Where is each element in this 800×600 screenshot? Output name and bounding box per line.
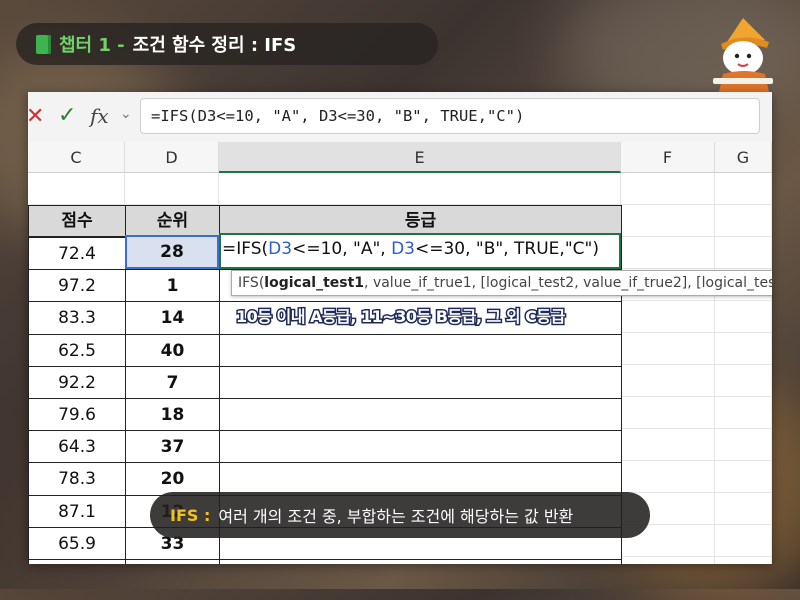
cell-reference: D3 (268, 239, 293, 259)
grid-cell[interactable] (715, 461, 772, 493)
mascot-icon (713, 18, 773, 92)
grid-cell[interactable] (715, 429, 772, 461)
formula-text: <=10, "A", (292, 239, 392, 259)
score-cell[interactable]: 87.1 (28, 494, 126, 528)
column-header-e[interactable]: E (219, 142, 621, 173)
grid-cell[interactable] (715, 205, 772, 237)
table-header-rank[interactable]: 순위 (125, 205, 220, 237)
check-icon[interactable]: ✓ (58, 103, 76, 128)
column-header-g[interactable]: G (715, 142, 772, 173)
grid-cell[interactable] (715, 237, 772, 269)
column-header-c[interactable]: C (28, 142, 125, 173)
score-cell[interactable]: 65.8 (28, 559, 126, 564)
rank-cell[interactable]: 18 (125, 398, 220, 432)
grade-cell[interactable] (219, 398, 622, 432)
formula-text: <=30, "B", TRUE,"C") (415, 239, 599, 259)
subtitle-pill: IFS : 여러 개의 조건 중, 부합하는 조건에 해당하는 값 반환 (150, 492, 650, 538)
grade-cell[interactable] (219, 333, 622, 367)
subtitle-keyword: IFS : (170, 505, 211, 525)
table-header-score[interactable]: 점수 (28, 205, 126, 237)
book-icon (36, 34, 51, 54)
grid-cell[interactable] (621, 173, 715, 205)
score-cell[interactable]: 83.3 (28, 301, 126, 335)
rank-cell[interactable]: 24 (125, 559, 220, 564)
grid-cell[interactable] (715, 493, 772, 525)
rank-cell[interactable]: 40 (125, 333, 220, 367)
grid-cell[interactable] (621, 557, 715, 564)
grid-cell[interactable] (621, 397, 715, 429)
chapter-title-pill: 챕터 1 - 조건 함수 정리 : IFS (16, 23, 438, 65)
grid-cell[interactable] (125, 173, 219, 205)
grid-cell[interactable] (621, 301, 715, 333)
chapter-title: 조건 함수 정리 : IFS (132, 35, 297, 56)
grid-cell[interactable] (621, 333, 715, 365)
grade-cell[interactable] (219, 462, 622, 496)
score-cell[interactable]: 92.2 (28, 365, 126, 399)
grid-cell[interactable] (715, 557, 772, 564)
insert-function-button[interactable]: fx (90, 104, 109, 128)
close-icon[interactable]: ✕ (28, 104, 44, 129)
score-cell[interactable]: 64.3 (28, 430, 126, 464)
selected-cell-d3[interactable]: 28 (125, 235, 219, 269)
tooltip-active-arg[interactable]: logical_test1 (264, 275, 364, 291)
cell-reference: D3 (391, 239, 415, 259)
grid-cell[interactable] (715, 333, 772, 365)
rank-cell[interactable]: 14 (125, 301, 220, 335)
score-cell[interactable]: 97.2 (28, 269, 126, 303)
formula-bar: ✕ ✓ fx ⌄ =IFS(D3<=10, "A", D3<=30, "B", … (28, 92, 772, 143)
grid-cell[interactable] (715, 173, 772, 205)
annotation-caption: 10등 이내 A등급, 11~30등 B등급, 그 외 C등급 (235, 306, 567, 328)
rank-cell[interactable]: 20 (125, 462, 220, 496)
grid-cell[interactable] (621, 205, 715, 237)
editing-cell-e3[interactable]: =IFS(D3<=10, "A", D3<=30, "B", TRUE,"C") (219, 233, 621, 269)
grade-cell[interactable] (219, 430, 622, 464)
grid-cell[interactable] (621, 237, 715, 269)
function-tooltip: IFS(logical_test1, value_if_true1, [logi… (231, 270, 772, 296)
score-cell[interactable]: 78.3 (28, 462, 126, 496)
chapter-number: 챕터 1 - (59, 35, 125, 56)
score-cell[interactable]: 79.6 (28, 398, 126, 432)
subtitle-text: 여러 개의 조건 중, 부합하는 조건에 해당하는 값 반환 (218, 507, 574, 526)
grid-cell[interactable] (621, 429, 715, 461)
formula-text: =IFS( (222, 239, 269, 259)
rank-cell[interactable]: 37 (125, 430, 220, 464)
grid-cell[interactable] (715, 397, 772, 429)
score-cell[interactable]: 62.5 (28, 333, 126, 367)
score-cell[interactable]: 72.4 (28, 237, 126, 271)
score-cell[interactable]: 65.9 (28, 526, 126, 560)
tooltip-args: , value_if_true1, [logical_test2, value_… (364, 275, 772, 291)
grid-cell[interactable] (715, 365, 772, 397)
grid-cell[interactable] (219, 173, 621, 205)
rank-cell[interactable]: 1 (125, 269, 220, 303)
formula-input[interactable]: =IFS(D3<=10, "A", D3<=30, "B", TRUE,"C") (140, 98, 760, 134)
grade-cell[interactable] (219, 559, 622, 564)
column-header-d[interactable]: D (125, 142, 219, 173)
grid-cell[interactable] (28, 173, 125, 205)
tooltip-fn: IFS( (238, 275, 265, 291)
grid-cell[interactable] (621, 461, 715, 493)
column-header-f[interactable]: F (621, 142, 715, 173)
chevron-down-icon[interactable]: ⌄ (120, 106, 132, 122)
grade-cell[interactable] (219, 365, 622, 399)
grid-cell[interactable] (715, 301, 772, 333)
grid-cell[interactable] (621, 365, 715, 397)
rank-cell[interactable]: 7 (125, 365, 220, 399)
grid-cell[interactable] (715, 525, 772, 557)
